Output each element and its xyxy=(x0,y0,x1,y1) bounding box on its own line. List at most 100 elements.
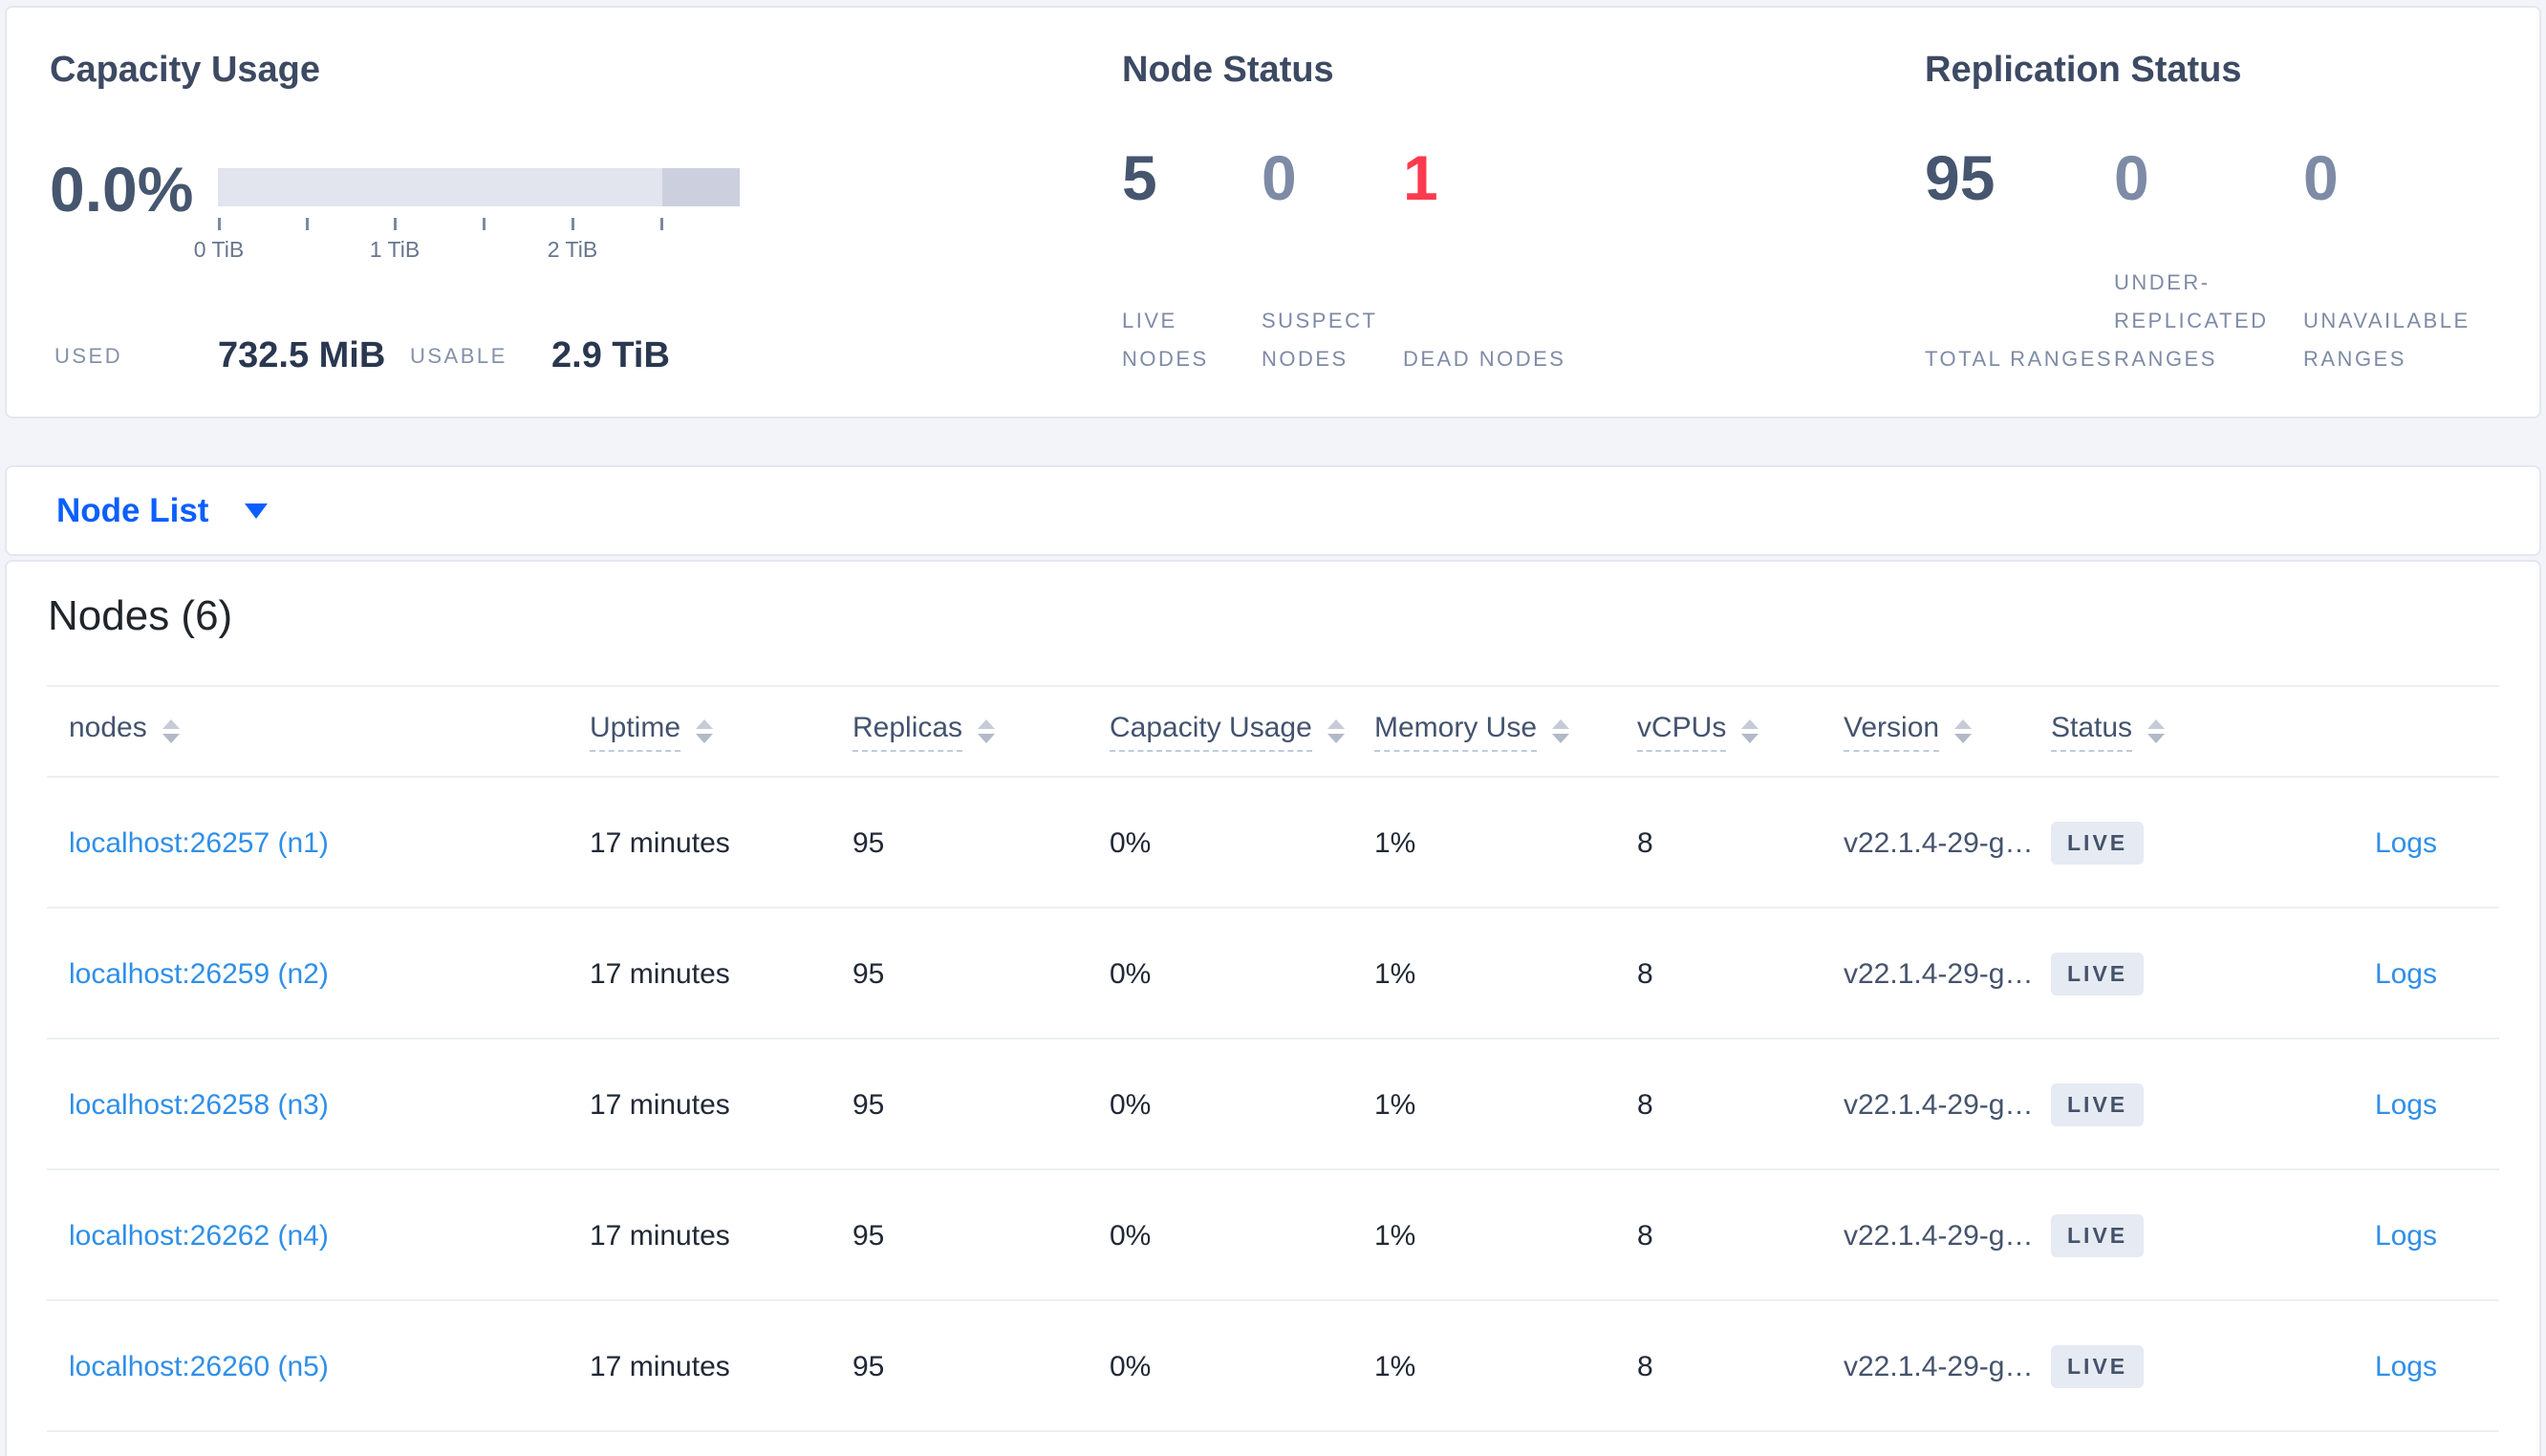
status-badge: LIVE xyxy=(2051,822,2145,865)
node-address-link[interactable]: localhost:26259 (n2) xyxy=(69,958,329,990)
tick-mark xyxy=(483,218,485,230)
node-status-labels: LIVE NODES SUSPECT NODES DEAD NODES xyxy=(1122,302,1571,378)
sort-icon[interactable] xyxy=(1327,719,1345,743)
logs-link[interactable]: Logs xyxy=(2375,1089,2437,1121)
sort-asc-icon xyxy=(1954,719,1973,729)
nodes-table: nodes Uptime Replicas Capacity Usage Mem… xyxy=(7,685,2539,1432)
logs-link[interactable]: Logs xyxy=(2375,958,2437,990)
stat-value: 0 xyxy=(2114,142,2149,213)
logs-link[interactable]: Logs xyxy=(2375,827,2437,859)
sort-icon[interactable] xyxy=(1741,719,1759,743)
tick-mark xyxy=(660,218,663,230)
column-header[interactable]: Status xyxy=(2051,712,2266,752)
table-header-row: nodes Uptime Replicas Capacity Usage Mem… xyxy=(7,685,2539,778)
chevron-down-icon[interactable] xyxy=(245,503,269,519)
sort-icon[interactable] xyxy=(2147,719,2166,743)
sort-asc-icon xyxy=(1552,719,1570,729)
usable-label: USABLE xyxy=(410,344,507,368)
sort-desc-icon xyxy=(1741,734,1759,743)
stat-label: LIVE NODES xyxy=(1122,309,1209,371)
replication-status-values: 95 0 0 xyxy=(1925,141,2542,214)
vcpus-cell: 8 xyxy=(1637,1219,1653,1252)
replicas-cell: 95 xyxy=(852,957,885,990)
stat-value: 0 xyxy=(1262,142,1297,213)
capacity-bar-ticks xyxy=(218,218,740,231)
cluster-overview-page: Capacity Usage 0.0% 0 TiB 1 TiB 2 TiB US… xyxy=(0,0,2546,1456)
axis-label: 1 TiB xyxy=(369,237,421,262)
memory-use-cell: 1% xyxy=(1374,1088,1416,1121)
sort-icon[interactable] xyxy=(978,719,996,743)
logs-link[interactable]: Logs xyxy=(2375,1351,2437,1382)
tick-mark xyxy=(218,218,221,230)
stat-label: SUSPECT NODES xyxy=(1262,309,1378,371)
sort-desc-icon xyxy=(1954,734,1973,743)
column-header[interactable]: Capacity Usage xyxy=(1110,712,1374,752)
node-address-link[interactable]: localhost:26258 (n3) xyxy=(69,1089,329,1121)
node-list-dropdown[interactable]: Node List xyxy=(56,492,208,530)
uptime-cell: 17 minutes xyxy=(590,826,730,859)
table-body: localhost:26257 (n1) 17 minutes 95 0% 1%… xyxy=(7,778,2539,1432)
column-header[interactable]: Uptime xyxy=(590,712,852,752)
column-header[interactable]: Replicas xyxy=(852,712,1110,752)
node-status-values: 5 0 1 xyxy=(1122,141,1571,214)
sort-asc-icon xyxy=(696,719,714,729)
sort-icon[interactable] xyxy=(162,719,180,743)
capacity-usage-cell: 0% xyxy=(1110,1219,1152,1252)
vcpus-cell: 8 xyxy=(1637,1350,1653,1382)
version-cell: v22.1.4-29-g… xyxy=(1844,826,2034,859)
used-label: USED xyxy=(54,344,123,368)
sort-icon[interactable] xyxy=(696,719,714,743)
used-value: 732.5 MiB xyxy=(218,335,386,375)
memory-use-cell: 1% xyxy=(1374,1219,1416,1252)
nodes-heading: Nodes (6) xyxy=(48,592,233,639)
capacity-usage-cell: 0% xyxy=(1110,957,1152,990)
capacity-usage-cell: 0% xyxy=(1110,1350,1152,1382)
sort-desc-icon xyxy=(2147,734,2166,743)
sort-icon[interactable] xyxy=(1552,719,1570,743)
uptime-cell: 17 minutes xyxy=(590,1219,730,1252)
table-row: localhost:26262 (n4) 17 minutes 95 0% 1%… xyxy=(7,1170,2539,1301)
version-cell: v22.1.4-29-g… xyxy=(1844,957,2034,990)
node-address-link[interactable]: localhost:26262 (n4) xyxy=(69,1220,329,1252)
sort-desc-icon xyxy=(978,734,996,743)
version-cell: v22.1.4-29-g… xyxy=(1844,1219,2034,1252)
sort-asc-icon xyxy=(2147,719,2166,729)
replicas-cell: 95 xyxy=(852,1088,885,1121)
table-row: localhost:26260 (n5) 17 minutes 95 0% 1%… xyxy=(7,1301,2539,1432)
stat-value: 5 xyxy=(1122,142,1157,213)
capacity-used-percent: 0.0% xyxy=(50,154,194,225)
column-header[interactable]: vCPUs xyxy=(1637,712,1844,752)
logs-link[interactable]: Logs xyxy=(2375,1220,2437,1252)
uptime-cell: 17 minutes xyxy=(590,957,730,990)
stat-value: 95 xyxy=(1925,142,1996,213)
sort-asc-icon xyxy=(978,719,996,729)
capacity-axis-labels: 0 TiB 1 TiB 2 TiB xyxy=(194,237,740,266)
view-selector-bar: Node List xyxy=(5,465,2541,556)
nodes-table-panel: Nodes (6) nodes Uptime Replicas Capacity… xyxy=(5,560,2541,1456)
sort-desc-icon xyxy=(162,734,180,743)
stat-label: DEAD NODES xyxy=(1403,347,1566,371)
sort-asc-icon xyxy=(1741,719,1759,729)
axis-label: 0 TiB xyxy=(193,237,245,262)
sort-asc-icon xyxy=(162,719,180,729)
capacity-usage-cell: 0% xyxy=(1110,826,1152,859)
vcpus-cell: 8 xyxy=(1637,957,1653,990)
sort-icon[interactable] xyxy=(1954,719,1973,743)
axis-label: 2 TiB xyxy=(547,237,598,262)
node-address-link[interactable]: localhost:26260 (n5) xyxy=(69,1351,329,1382)
node-address-link[interactable]: localhost:26257 (n1) xyxy=(69,827,329,859)
column-header[interactable]: Version xyxy=(1844,712,2051,752)
memory-use-cell: 1% xyxy=(1374,957,1416,990)
replication-status-labels: TOTAL RANGES UNDER-REPLICATED RANGES UNA… xyxy=(1925,264,2542,378)
status-badge: LIVE xyxy=(2051,1214,2145,1257)
status-badge: LIVE xyxy=(2051,953,2145,996)
sort-desc-icon xyxy=(1327,734,1345,743)
table-row: localhost:26259 (n2) 17 minutes 95 0% 1%… xyxy=(7,909,2539,1039)
column-header[interactable]: nodes xyxy=(69,712,590,752)
column-header[interactable]: Memory Use xyxy=(1374,712,1637,752)
uptime-cell: 17 minutes xyxy=(590,1088,730,1121)
sort-desc-icon xyxy=(696,734,714,743)
status-badge: LIVE xyxy=(2051,1345,2145,1388)
capacity-bar-reserved-segment xyxy=(662,168,740,206)
stat-label: UNAVAILABLE RANGES xyxy=(2303,309,2470,371)
